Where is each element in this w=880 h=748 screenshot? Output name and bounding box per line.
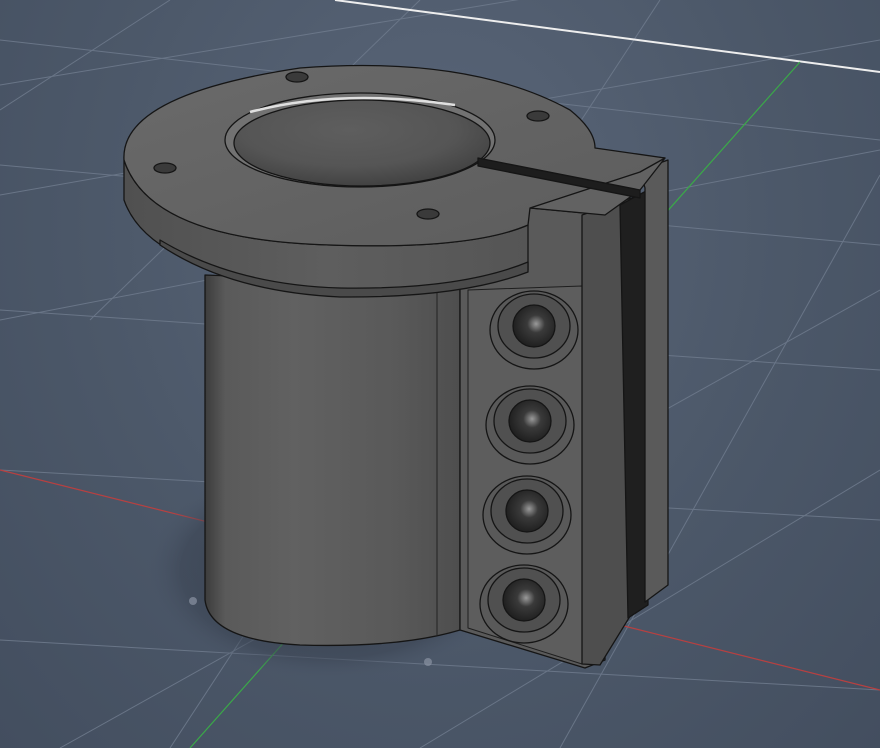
clamp-bolt-hole[interactable] xyxy=(482,475,572,555)
flange-mount-hole[interactable] xyxy=(526,110,550,122)
shadow-hole-dot xyxy=(189,597,197,605)
flange-mount-hole[interactable] xyxy=(285,71,309,83)
clamp-bolt-hole[interactable] xyxy=(489,290,579,370)
clamp-bolt-hole[interactable] xyxy=(479,564,569,644)
3d-viewport[interactable] xyxy=(0,0,880,748)
scene-canvas[interactable] xyxy=(0,0,880,748)
flange-mount-hole[interactable] xyxy=(416,208,440,220)
horizon-line xyxy=(334,0,880,73)
bore-opening xyxy=(233,99,491,187)
flanged-bushing-model[interactable] xyxy=(123,64,669,669)
shadow-hole-dot xyxy=(424,658,432,666)
cylinder-body[interactable] xyxy=(204,274,461,647)
flange-mount-hole[interactable] xyxy=(153,162,177,174)
clamp-bolt-hole[interactable] xyxy=(485,385,575,465)
